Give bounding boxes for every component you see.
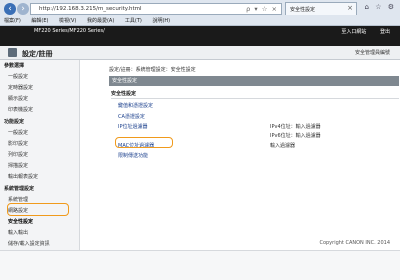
page-titlebar: 設定/註冊 安全管理員編號 — [0, 46, 400, 60]
portal-link[interactable]: 至入口網站 — [341, 29, 366, 35]
sidebar-item-import-export[interactable]: 儲存/載入設定資訊 — [8, 240, 50, 247]
copyright: Copyright CANON INC. 2014 — [319, 240, 390, 246]
sidebar: 參數選擇 一般設定 定時器設定 顯示設定 印表機設定 功能設定 一般設定 影印設… — [0, 60, 80, 250]
page-title: 設定/註冊 — [22, 50, 53, 58]
menu-help[interactable]: 說明(H) — [152, 18, 170, 24]
settings-icon — [8, 48, 17, 57]
main-content: 設定/註冊：系統管理設定：安全性設定 安全性設定 安全性設定 鍵值和憑證設定 C… — [84, 60, 399, 248]
sidebar-item-timer[interactable]: 定時器設定 — [8, 84, 33, 91]
sidebar-item-display[interactable]: 顯示設定 — [8, 95, 28, 102]
url-bar-icons[interactable]: ρ ▾ ☆ × — [246, 5, 278, 13]
menu-bar: 檔案(F) 編輯(E) 檢視(V) 我的最愛(A) 工具(T) 說明(H) — [4, 17, 179, 24]
link-key-cert[interactable]: 鍵值和憑證設定 — [118, 102, 153, 109]
sidebar-item-general[interactable]: 一般設定 — [8, 73, 28, 80]
sidebar-item-scan[interactable]: 掃描設定 — [8, 162, 28, 169]
header-links: 至入口網站 登出 — [329, 28, 390, 35]
desc-ipv4-filter: IPv4位址：輸入過濾器 — [270, 124, 321, 130]
sidebar-head-system: 系統管理設定 — [4, 186, 35, 192]
mac-filter-highlight — [115, 137, 173, 148]
url-bar[interactable]: http://192.168.3.215/m_security.html ρ ▾… — [30, 3, 282, 15]
model-name: MF220 Series/MF220 Series/ — [34, 28, 105, 34]
forward-icon[interactable]: › — [17, 3, 29, 15]
logout-link[interactable]: 登出 — [380, 29, 390, 35]
browser-toolbar-icons[interactable]: ⌂ ☆ ⚙ — [365, 3, 396, 11]
sidebar-item-func-general[interactable]: 一般設定 — [8, 129, 28, 136]
menu-view[interactable]: 檢視(V) — [59, 18, 76, 24]
menu-tools[interactable]: 工具(T) — [125, 18, 142, 24]
section-header: 安全性設定 — [109, 76, 399, 86]
browser-chrome: ‹ › http://192.168.3.215/m_security.html… — [0, 0, 400, 26]
menu-edit[interactable]: 編輯(E) — [31, 18, 48, 24]
sidebar-head-functions: 功能設定 — [4, 119, 25, 125]
menu-file[interactable]: 檔案(F) — [4, 18, 21, 24]
link-restrict-send[interactable]: 限制傳送功能 — [118, 152, 148, 159]
sidebar-item-security[interactable]: 安全性設定 — [8, 218, 33, 225]
sidebar-item-sysadmin[interactable]: 系統管理 — [8, 196, 28, 203]
menu-favorites[interactable]: 我的最愛(A) — [87, 18, 114, 24]
link-ca-cert[interactable]: CA憑證設定 — [118, 113, 145, 120]
sidebar-item-io[interactable]: 輸入輸出 — [8, 229, 28, 236]
subsection-header: 安全性設定 — [111, 90, 399, 99]
desc-ipv6-filter: IPv6位址：輸入過濾器 — [270, 133, 321, 139]
back-icon[interactable]: ‹ — [4, 3, 16, 15]
sidebar-item-copy[interactable]: 影印設定 — [8, 140, 28, 147]
sidebar-item-printer[interactable]: 印表機設定 — [8, 106, 33, 113]
sidebar-item-report[interactable]: 輸出報表設定 — [8, 173, 38, 180]
sidebar-item-print[interactable]: 列印設定 — [8, 151, 28, 158]
manager-id-link[interactable]: 安全管理員編號 — [355, 49, 390, 56]
url-text[interactable]: http://192.168.3.215/m_security.html — [39, 6, 142, 12]
browser-tab[interactable]: 安全性設定 × — [285, 2, 357, 15]
close-icon[interactable]: × — [347, 4, 353, 12]
desc-mac-filter: 輸入過濾器 — [270, 143, 296, 149]
breadcrumb: 設定/註冊：系統管理設定：安全性設定 — [109, 67, 196, 73]
tab-title: 安全性設定 — [290, 7, 316, 13]
status-bar — [0, 250, 400, 280]
link-ip-filter[interactable]: IP位址過濾器 — [118, 123, 148, 130]
sidebar-head-preferences: 參數選擇 — [4, 63, 25, 69]
app-header: MF220 Series/MF220 Series/ 至入口網站 登出 — [0, 26, 400, 46]
security-highlight — [7, 203, 69, 216]
